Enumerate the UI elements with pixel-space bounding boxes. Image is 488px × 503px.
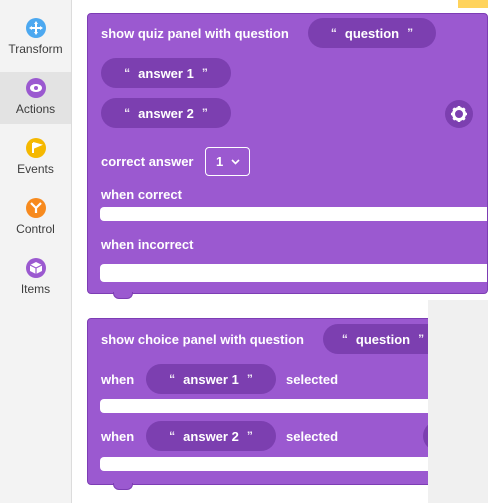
correct-answer-dropdown[interactable]: 1	[205, 147, 250, 176]
answer-1-slot[interactable]	[100, 399, 433, 413]
when-correct-label: when correct	[101, 187, 182, 202]
choice-panel-block[interactable]: show choice panel with question “questio…	[87, 318, 443, 485]
answer-2-slot[interactable]	[100, 457, 433, 471]
category-label: Actions	[15, 102, 56, 116]
selected-label: selected	[286, 429, 339, 444]
answer-2-input[interactable]: “answer 2”	[101, 98, 231, 128]
when-incorrect-label: when incorrect	[101, 237, 194, 252]
gear-icon[interactable]	[445, 100, 473, 128]
toolbar-edge	[458, 0, 488, 8]
chevron-down-icon	[231, 158, 240, 165]
category-control[interactable]: Control	[0, 192, 71, 244]
workspace-edge	[428, 300, 488, 503]
category-events[interactable]: Events	[0, 132, 71, 184]
block-title: show quiz panel with question	[101, 26, 289, 41]
branch-icon	[25, 198, 46, 218]
cube-icon	[25, 258, 46, 278]
move-arrows-icon	[25, 18, 46, 38]
quiz-panel-block[interactable]: show quiz panel with question “question”…	[87, 13, 488, 294]
category-label: Items	[20, 282, 51, 296]
block-title: show choice panel with question	[101, 332, 304, 347]
block-connector	[113, 483, 133, 490]
flag-icon	[25, 138, 46, 158]
block-connector	[113, 292, 133, 299]
when-label: when	[101, 372, 135, 387]
question-input[interactable]: “question”	[323, 324, 443, 354]
category-label: Transform	[8, 42, 63, 56]
category-label: Control	[16, 222, 55, 236]
question-input[interactable]: “question”	[308, 18, 436, 48]
answer-1-input[interactable]: “answer 1”	[146, 364, 276, 394]
category-actions[interactable]: Actions	[0, 72, 71, 124]
eye-icon	[25, 78, 46, 98]
selected-label: selected	[286, 372, 339, 387]
category-sidebar: Transform Actions Events Control Items	[0, 0, 72, 503]
category-label: Events	[17, 162, 54, 176]
answer-1-input[interactable]: “answer 1”	[101, 58, 231, 88]
answer-2-input[interactable]: “answer 2”	[146, 421, 276, 451]
when-label: when	[101, 429, 135, 444]
category-items[interactable]: Items	[0, 252, 71, 304]
when-incorrect-slot[interactable]	[100, 264, 487, 282]
when-correct-slot[interactable]	[100, 207, 487, 221]
correct-answer-label: correct answer	[101, 154, 194, 169]
category-transform[interactable]: Transform	[0, 12, 71, 64]
